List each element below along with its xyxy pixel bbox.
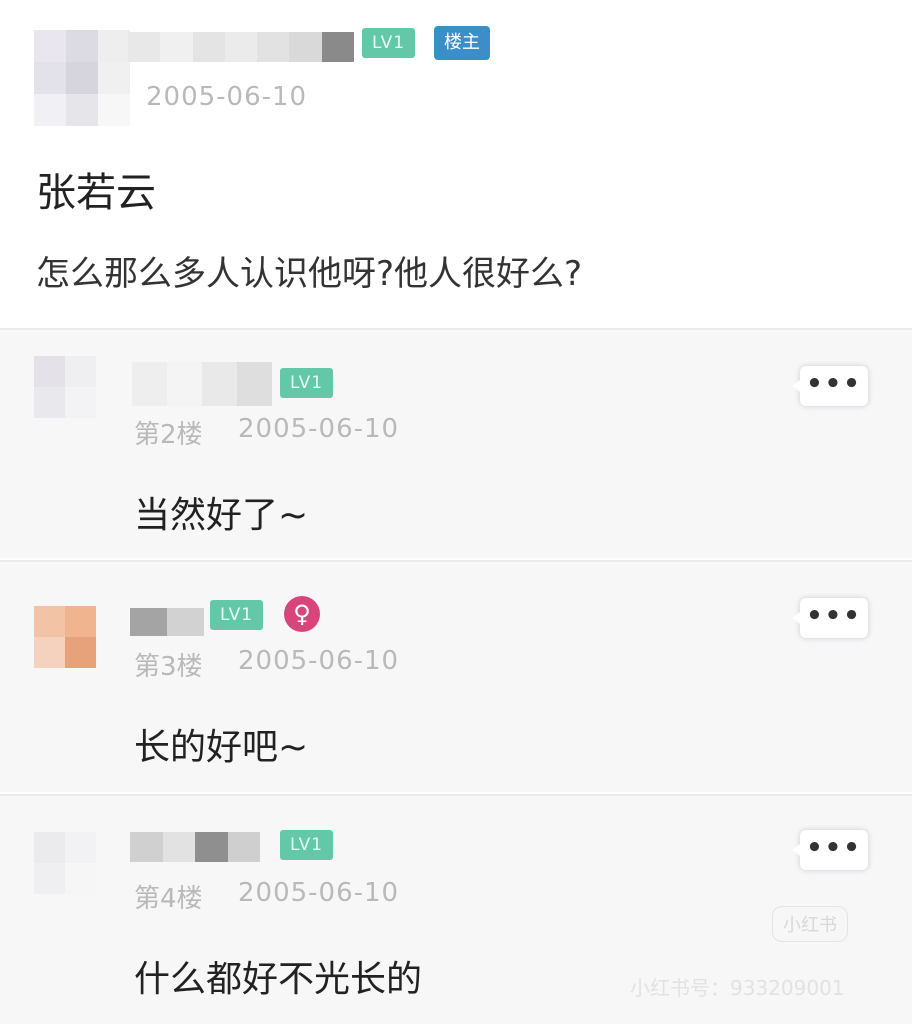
reply-text: 当然好了~ <box>134 495 309 536</box>
owner-badge: 楼主 <box>434 26 490 60</box>
level-badge: LV1 <box>362 28 416 58</box>
post-date: 2005-06-10 <box>146 82 308 112</box>
more-options-button[interactable]: ••• <box>792 830 868 870</box>
reply-date: 2005-06-10 <box>238 646 400 676</box>
level-badge: LV1 <box>280 830 334 860</box>
watermark-logo: 小红书 <box>772 906 848 942</box>
reply-text: 长的好吧~ <box>134 727 309 768</box>
reply-date: 2005-06-10 <box>238 414 400 444</box>
username-blurred[interactable] <box>128 32 354 62</box>
avatar[interactable] <box>34 832 96 894</box>
username-blurred[interactable] <box>132 362 272 406</box>
avatar[interactable] <box>34 30 130 126</box>
reply-text: 什么都好不光长的 <box>134 959 423 1000</box>
username-blurred[interactable] <box>130 832 260 862</box>
post-title: 张若云 <box>36 170 156 216</box>
floor-label: 第2楼 <box>134 420 203 450</box>
more-options-button[interactable]: ••• <box>792 366 868 406</box>
floor-label: 第4楼 <box>134 884 203 914</box>
reply-date: 2005-06-10 <box>238 878 400 908</box>
floor-label: 第3楼 <box>134 652 203 682</box>
username-blurred[interactable] <box>130 608 204 636</box>
watermark-id: 小红书号：933209001 <box>630 976 845 1000</box>
avatar[interactable] <box>34 356 96 418</box>
level-badge: LV1 <box>210 600 264 630</box>
more-options-button[interactable]: ••• <box>792 598 868 638</box>
level-badge: LV1 <box>280 368 334 398</box>
avatar[interactable] <box>34 606 96 668</box>
post-body: 怎么那么多人认识他呀?他人很好么? <box>36 254 583 294</box>
female-gender-icon: ♀ <box>284 596 320 632</box>
